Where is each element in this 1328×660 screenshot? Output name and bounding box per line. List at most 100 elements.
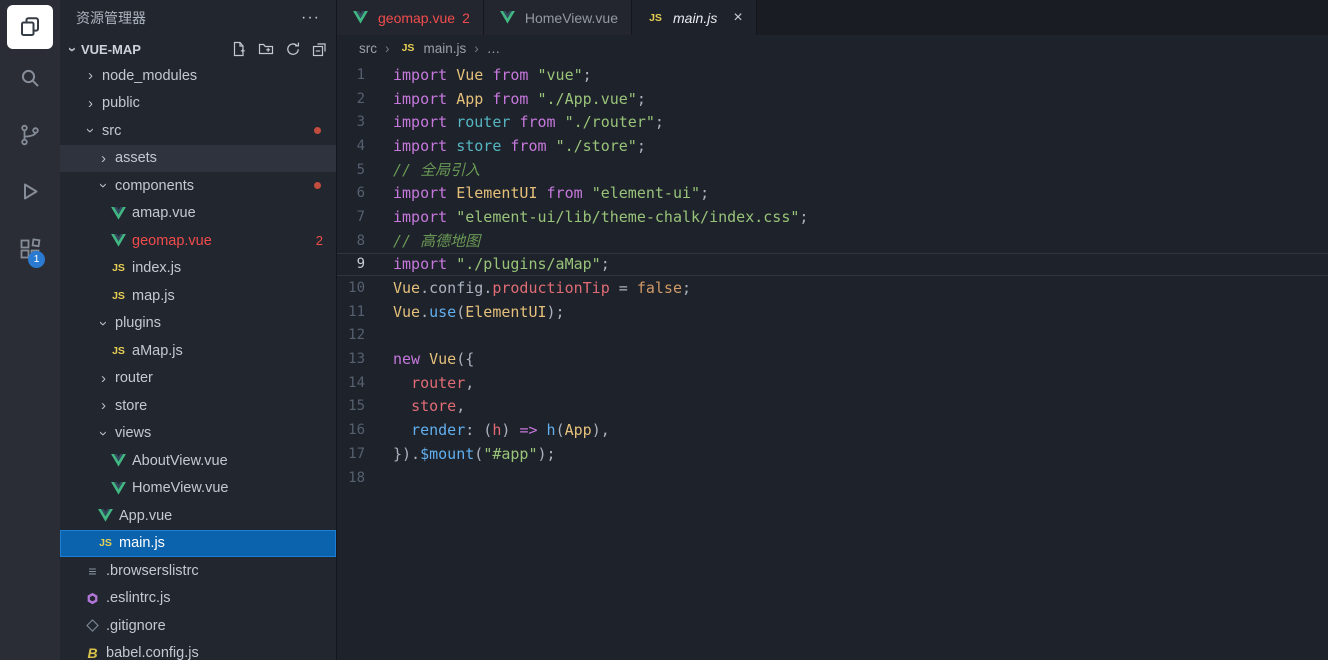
code-token: Vue [393,302,421,321]
line-number: 5 [356,161,365,178]
code-token: ; [682,279,692,298]
new-folder-icon[interactable] [258,41,274,57]
tree-item-public[interactable]: › public [60,90,336,118]
code-line[interactable]: 6 import ElementUI from "element-ui"; [337,181,1328,205]
code-line[interactable]: 8 // 高德地图 [337,229,1328,253]
line-number: 14 [348,374,365,391]
breadcrumb-separator-icon: › [385,40,390,56]
more-actions-icon[interactable]: ··· [301,9,320,27]
code-line[interactable]: 12 [337,324,1328,348]
tree-item-.browserslistrc[interactable]: ≡ .browserslistrc [60,557,336,585]
code-token: config [429,279,484,298]
tree-item-.eslintrc.js[interactable]: .eslintrc.js [60,585,336,613]
tree-item-App.vue[interactable]: App.vue [60,502,336,530]
code-line[interactable]: 10 Vue. config. productionTip = false; [337,276,1328,300]
code-line[interactable]: 15 store, [337,395,1328,419]
code-line[interactable]: 17}). $mount("#app"); [337,442,1328,466]
js-icon: JS [112,289,125,302]
tree-item-components[interactable]: › components [60,172,336,200]
tree-item-index.js[interactable]: JS index.js [60,255,336,283]
tree-item-geomap.vue[interactable]: geomap.vue 2 [60,227,336,255]
search-icon[interactable] [0,49,60,106]
code-token: ( [474,444,484,463]
code-line[interactable]: 2 import App from "./App.vue"; [337,87,1328,111]
code-token: => [519,421,538,440]
breadcrumb-label: main.js [423,40,467,56]
modified-dot [314,127,321,135]
tree-item-node_modules[interactable]: › node_modules [60,62,336,90]
tree-item-router[interactable]: › router [60,365,336,393]
code-line[interactable]: 16 render: (h) => h(App), [337,418,1328,442]
tree-item-AboutView.vue[interactable]: AboutView.vue [60,447,336,475]
code-line[interactable]: 11 Vue. use(ElementUI); [337,300,1328,324]
tree-item-label: assets [115,150,157,167]
tree-item-label: components [115,177,194,194]
code-token: ; [600,255,610,274]
run-debug-icon[interactable] [0,163,60,220]
code-token: import [393,113,448,132]
collapse-folders-icon[interactable] [312,41,328,57]
tree-item-map.js[interactable]: JS map.js [60,282,336,310]
explorer-icon[interactable] [7,5,53,49]
code-token: , [465,373,475,392]
tree-item-plugins[interactable]: › plugins [60,310,336,338]
source-control-icon[interactable] [0,106,60,163]
tree-item-store[interactable]: › store [60,392,336,420]
code-token: ; [636,136,646,155]
tree-item-HomeView.vue[interactable]: HomeView.vue [60,475,336,503]
tree-item-label: .gitignore [106,617,166,634]
code-token: from [510,136,547,155]
tree-item-aMap.js[interactable]: JS aMap.js [60,337,336,365]
code-token: ); [546,302,565,321]
tree-item-.gitignore[interactable]: .gitignore [60,612,336,640]
tab-main.js[interactable]: JS main.js × [632,0,757,35]
tree-item-babel.config.js[interactable]: Bbabel.config.js [60,640,336,660]
tree-item-amap.vue[interactable]: amap.vue [60,200,336,228]
tree-item-assets[interactable]: › assets [60,144,336,172]
code-line[interactable]: 5 // 全局引入 [337,158,1328,182]
code-token: }). [393,444,421,463]
folder-section-header[interactable]: › VUE-MAP [60,36,336,62]
code-line[interactable]: 14 router, [337,371,1328,395]
code-line[interactable]: 7 import "element-ui/lib/theme-chalk/inde… [337,205,1328,229]
close-icon[interactable]: × [733,9,742,26]
code-line[interactable]: 18 [337,466,1328,490]
code-line[interactable]: 1 import Vue from "vue"; [337,63,1328,87]
code-token: new [393,350,421,369]
breadcrumb-item[interactable]: JS main.js [398,41,467,56]
tab-HomeView.vue[interactable]: HomeView.vue [483,0,632,35]
tree-item-label: geomap.vue [132,232,212,249]
refresh-icon[interactable] [285,41,301,57]
vscode-window: 1 资源管理器 ··· › VUE-MAP › node_modules › p… [0,0,1328,660]
new-file-icon[interactable] [231,41,247,57]
chevron-right-icon: › [88,94,93,112]
js-icon: JS [649,11,662,24]
tree-item-src[interactable]: › src [60,117,336,145]
files-icon [21,17,39,36]
code-line[interactable]: 4 import store from "./store"; [337,134,1328,158]
code-line[interactable]: 9 import "./plugins/aMap"; [337,253,1328,277]
vue-icon [108,234,129,247]
code-token: Vue [456,65,484,84]
tree-item-label: views [115,425,152,442]
code-token: App [456,89,484,108]
tree-item-label: .eslintrc.js [106,590,171,607]
breadcrumb-item[interactable]: src [359,41,377,56]
code-line[interactable]: 13 new Vue({ [337,347,1328,371]
code-line[interactable]: 3 import router from "./router"; [337,110,1328,134]
code-token: , [456,397,466,416]
code-editor[interactable]: 1 import Vue from "vue"; 2 import App from … [337,61,1328,660]
extensions-icon[interactable]: 1 [0,220,60,277]
tab-geomap.vue[interactable]: geomap.vue 2 [337,0,484,35]
code-token: ); [537,444,556,463]
breadcrumb-item[interactable]: … [487,41,501,56]
tree-item-main.js[interactable]: JS main.js [60,529,336,557]
code-token: "./plugins/aMap" [456,255,601,274]
code-token: "element-ui/lib/theme-chalk/index.css" [456,207,800,226]
tree-item-views[interactable]: › views [60,420,336,448]
